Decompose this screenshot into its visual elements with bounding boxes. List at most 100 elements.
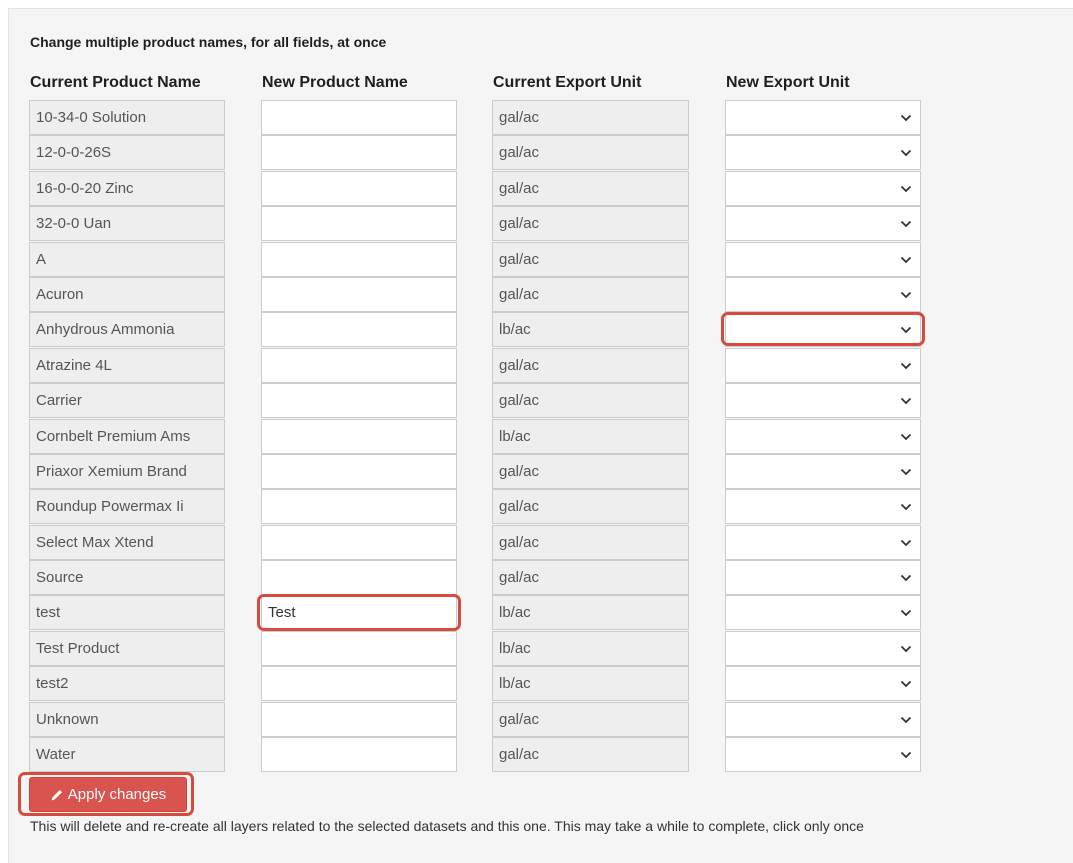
chevron-down-icon bbox=[900, 220, 912, 228]
current-export-unit: gal/ac bbox=[492, 100, 689, 135]
current-product-name: Source bbox=[29, 560, 225, 596]
new-export-unit-select[interactable] bbox=[725, 666, 921, 702]
new-product-name-input[interactable] bbox=[261, 489, 457, 525]
new-export-unit-select[interactable] bbox=[725, 560, 921, 596]
chevron-down-icon bbox=[900, 256, 912, 264]
new-export-unit-select[interactable] bbox=[725, 489, 921, 525]
chevron-down-icon bbox=[900, 114, 912, 122]
new-export-unit-select[interactable] bbox=[725, 347, 921, 383]
table-row: Acuron gal/ac bbox=[0, 276, 1073, 312]
current-export-unit: gal/ac bbox=[492, 524, 689, 560]
new-export-unit-select[interactable] bbox=[725, 383, 921, 419]
current-export-unit: lb/ac bbox=[492, 630, 689, 666]
apply-changes-button[interactable]: Apply changes bbox=[29, 777, 187, 812]
current-export-unit: gal/ac bbox=[492, 135, 689, 171]
new-export-unit-select[interactable] bbox=[725, 418, 921, 454]
new-export-unit-select[interactable] bbox=[725, 170, 921, 206]
table-row: Carrier gal/ac bbox=[0, 383, 1073, 419]
chevron-down-icon bbox=[900, 751, 912, 759]
new-product-name-input[interactable] bbox=[261, 170, 457, 206]
current-export-unit: gal/ac bbox=[492, 701, 689, 737]
current-product-name: Roundup Powermax Ii bbox=[29, 489, 225, 525]
new-export-unit-select[interactable] bbox=[725, 453, 921, 489]
new-product-name-input[interactable] bbox=[261, 666, 457, 702]
new-product-name-input[interactable] bbox=[261, 383, 457, 419]
chevron-down-icon bbox=[900, 149, 912, 157]
new-product-name-input[interactable] bbox=[261, 100, 457, 135]
new-export-unit-select[interactable] bbox=[725, 241, 921, 277]
current-export-unit: gal/ac bbox=[492, 453, 689, 489]
new-export-unit-select[interactable] bbox=[725, 630, 921, 666]
table-row: 32-0-0 Uan gal/ac bbox=[0, 206, 1073, 242]
chevron-down-icon bbox=[900, 716, 912, 724]
current-product-name: Acuron bbox=[29, 276, 225, 312]
table-row: Atrazine 4L gal/ac bbox=[0, 347, 1073, 383]
table-row: 10-34-0 Solution gal/ac bbox=[0, 100, 1073, 135]
new-export-unit-select[interactable] bbox=[725, 312, 921, 348]
table-row: 16-0-0-20 Zinc gal/ac bbox=[0, 170, 1073, 206]
new-product-name-input[interactable] bbox=[261, 453, 457, 489]
current-export-unit: lb/ac bbox=[492, 312, 689, 348]
current-export-unit: gal/ac bbox=[492, 347, 689, 383]
chevron-down-icon bbox=[900, 291, 912, 299]
form-heading: Change multiple product names, for all f… bbox=[30, 34, 387, 50]
new-export-unit-select[interactable] bbox=[725, 701, 921, 737]
chevron-down-icon bbox=[900, 539, 912, 547]
new-product-name-input[interactable] bbox=[261, 206, 457, 242]
current-export-unit: gal/ac bbox=[492, 560, 689, 596]
current-product-name: 16-0-0-20 Zinc bbox=[29, 170, 225, 206]
column-header-new-unit: New Export Unit bbox=[726, 74, 850, 91]
new-product-name-input[interactable] bbox=[261, 241, 457, 277]
warning-footnote: This will delete and re-create all layer… bbox=[30, 818, 864, 834]
current-product-name: test bbox=[29, 595, 225, 631]
new-product-name-input[interactable] bbox=[261, 560, 457, 596]
table-row: Test Product lb/ac bbox=[0, 630, 1073, 666]
table-row: Source gal/ac bbox=[0, 560, 1073, 596]
chevron-down-icon bbox=[900, 468, 912, 476]
new-product-name-input[interactable] bbox=[261, 737, 457, 773]
current-product-name: Select Max Xtend bbox=[29, 524, 225, 560]
table-row: Anhydrous Ammonia lb/ac bbox=[0, 312, 1073, 348]
chevron-down-icon bbox=[900, 645, 912, 653]
chevron-down-icon bbox=[900, 680, 912, 688]
current-product-name: Test Product bbox=[29, 630, 225, 666]
new-product-name-input[interactable] bbox=[261, 276, 457, 312]
table-row: 12-0-0-26S gal/ac bbox=[0, 135, 1073, 171]
current-product-name: Carrier bbox=[29, 383, 225, 419]
current-product-name: Anhydrous Ammonia bbox=[29, 312, 225, 348]
chevron-down-icon bbox=[900, 433, 912, 441]
current-product-name: A bbox=[29, 241, 225, 277]
new-export-unit-select[interactable] bbox=[725, 100, 921, 135]
current-export-unit: gal/ac bbox=[492, 737, 689, 773]
product-rows: 10-34-0 Solution gal/ac 12-0-0-26S gal/ac 16… bbox=[0, 100, 1073, 773]
current-product-name: Cornbelt Premium Ams bbox=[29, 418, 225, 454]
new-product-name-input[interactable] bbox=[261, 312, 457, 348]
new-product-name-input[interactable] bbox=[261, 701, 457, 737]
new-export-unit-select[interactable] bbox=[725, 524, 921, 560]
current-export-unit: lb/ac bbox=[492, 595, 689, 631]
table-row: Cornbelt Premium Ams lb/ac bbox=[0, 418, 1073, 454]
table-row: Unknown gal/ac bbox=[0, 701, 1073, 737]
new-export-unit-select[interactable] bbox=[725, 206, 921, 242]
table-row: Roundup Powermax Ii gal/ac bbox=[0, 489, 1073, 525]
current-product-name: 12-0-0-26S bbox=[29, 135, 225, 171]
new-product-name-input[interactable] bbox=[261, 524, 457, 560]
new-export-unit-select[interactable] bbox=[725, 276, 921, 312]
current-product-name: Atrazine 4L bbox=[29, 347, 225, 383]
chevron-down-icon bbox=[900, 574, 912, 582]
current-export-unit: gal/ac bbox=[492, 170, 689, 206]
new-export-unit-select[interactable] bbox=[725, 595, 921, 631]
current-export-unit: gal/ac bbox=[492, 241, 689, 277]
table-row: Priaxor Xemium Brand gal/ac bbox=[0, 453, 1073, 489]
new-product-name-input[interactable] bbox=[261, 347, 457, 383]
new-export-unit-select[interactable] bbox=[725, 135, 921, 171]
current-export-unit: gal/ac bbox=[492, 206, 689, 242]
new-product-name-input[interactable] bbox=[261, 418, 457, 454]
apply-changes-label: Apply changes bbox=[67, 786, 167, 803]
new-product-name-input[interactable] bbox=[261, 135, 457, 171]
new-product-name-input[interactable] bbox=[261, 595, 457, 631]
table-row: test lb/ac bbox=[0, 595, 1073, 631]
new-product-name-input[interactable] bbox=[261, 630, 457, 666]
chevron-down-icon bbox=[900, 185, 912, 193]
new-export-unit-select[interactable] bbox=[725, 737, 921, 773]
